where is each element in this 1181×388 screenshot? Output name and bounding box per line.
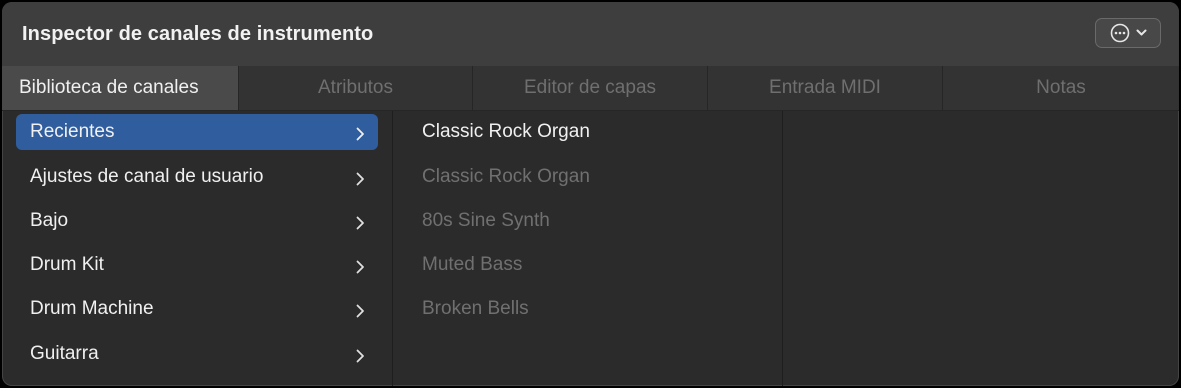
patch-item-current[interactable]: Classic Rock Organ [422,114,762,150]
tab-channel-library[interactable]: Biblioteca de canales [2,66,238,110]
recent-items-column: Classic Rock Organ Classic Rock Organ 80… [394,111,783,386]
category-item-bajo[interactable]: Bajo [16,203,378,239]
category-label: Drum Kit [30,254,104,275]
category-label: Drum Machine [30,298,154,319]
window-title: Inspector de canales de instrumento [22,23,374,45]
category-column: Recientes Ajustes de canal de usuario Ba… [2,111,393,386]
tab-label: Atributos [318,77,393,98]
category-label: Ajustes de canal de usuario [30,166,264,187]
tab-label: Editor de capas [523,77,657,98]
tab-label: Notas [1036,77,1086,98]
patch-item[interactable]: Muted Bass [422,247,762,283]
chevron-right-icon [356,258,365,280]
tab-midi-input[interactable]: Entrada MIDI [707,66,942,110]
category-item-drum-kit[interactable]: Drum Kit [16,247,378,283]
category-item-drum-machine[interactable]: Drum Machine [16,291,378,327]
patch-item[interactable]: 80s Sine Synth [422,203,762,239]
category-label: Guitarra [30,343,99,364]
tab-attributes[interactable]: Atributos [238,66,472,110]
patch-label: 80s Sine Synth [422,210,550,231]
chevron-right-icon [356,302,365,324]
ellipsis-circle-icon [1110,23,1130,43]
category-label: Recientes [30,121,115,142]
tab-label: Entrada MIDI [769,77,881,98]
chevron-right-icon [356,347,365,369]
options-menu-button[interactable] [1095,18,1161,48]
category-item-user-settings[interactable]: Ajustes de canal de usuario [16,159,378,195]
patch-label: Classic Rock Organ [422,166,590,187]
category-item-recientes[interactable]: Recientes [16,114,378,150]
category-label: Bajo [30,210,69,231]
tab-label: Biblioteca de canales [19,77,199,98]
tab-layer-editor[interactable]: Editor de capas [472,66,707,110]
chevron-down-icon [1136,29,1147,37]
chevron-right-icon [356,214,365,236]
patch-label: Broken Bells [422,298,529,319]
tab-notes[interactable]: Notas [942,66,1179,110]
patch-label: Classic Rock Organ [422,121,590,142]
category-item-guitarra[interactable]: Guitarra [16,336,378,372]
chevron-right-icon [356,125,365,147]
channel-inspector-window: Inspector de canales de instrumento Bibl… [2,2,1179,386]
patch-item[interactable]: Classic Rock Organ [422,159,762,195]
title-bar: Inspector de canales de instrumento [2,2,1179,66]
patch-label: Muted Bass [422,254,523,275]
chevron-right-icon [356,170,365,192]
patch-item[interactable]: Broken Bells [422,291,762,327]
library-browser: Recientes Ajustes de canal de usuario Ba… [2,111,1179,386]
empty-detail-column [784,111,1179,386]
tab-bar: Biblioteca de canales Atributos Editor d… [2,66,1179,111]
